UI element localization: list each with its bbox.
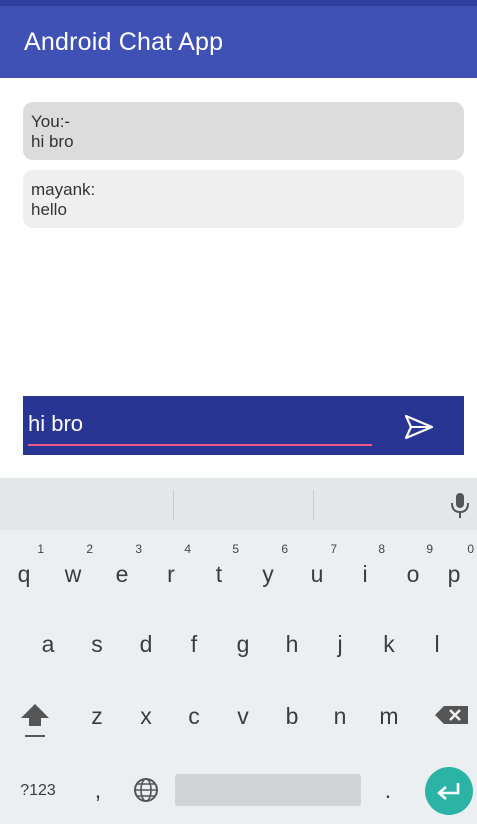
key-label: y (262, 561, 274, 587)
key-x[interactable]: x (124, 690, 168, 742)
app-bar: Android Chat App (0, 6, 477, 78)
key-hint: 8 (378, 542, 385, 556)
suggestion-slot-1[interactable] (0, 478, 173, 530)
key-f[interactable]: f (172, 618, 216, 670)
key-u[interactable]: 7u (295, 542, 339, 600)
key-label: p (447, 561, 461, 587)
send-icon (404, 414, 434, 440)
enter-key[interactable] (425, 767, 473, 815)
key-k[interactable]: k (367, 618, 411, 670)
key-label: w (64, 561, 82, 587)
language-key[interactable] (124, 764, 168, 816)
key-label: u (310, 561, 324, 587)
send-button[interactable] (403, 412, 435, 442)
key-s[interactable]: s (75, 618, 119, 670)
input-underline (28, 444, 372, 446)
key-label: r (167, 561, 175, 587)
key-g[interactable]: g (221, 618, 265, 670)
key-w[interactable]: 2w (51, 542, 95, 600)
message-composer (23, 396, 464, 455)
key-p[interactable]: 0p (432, 542, 476, 600)
backspace-key[interactable] (430, 690, 474, 742)
key-hint: 3 (135, 542, 142, 556)
space-key[interactable] (175, 774, 361, 806)
key-z[interactable]: z (75, 690, 119, 742)
key-v[interactable]: v (221, 690, 265, 742)
key-d[interactable]: d (124, 618, 168, 670)
key-period[interactable]: . (366, 764, 410, 816)
symbols-key[interactable]: ?123 (12, 778, 64, 804)
key-hint: 7 (330, 542, 337, 556)
key-hint: 0 (467, 542, 474, 556)
key-j[interactable]: j (318, 618, 362, 670)
enter-icon (437, 783, 460, 800)
key-label: t (215, 561, 223, 587)
suggestion-bar (0, 478, 477, 530)
message-bubble-you: You:- hi bro (23, 102, 464, 160)
message-text: hello (31, 200, 67, 219)
key-l[interactable]: l (415, 618, 459, 670)
key-hint: 1 (37, 542, 44, 556)
key-m[interactable]: m (367, 690, 411, 742)
message-text: hi bro (31, 132, 74, 151)
message-bubble-other: mayank: hello (23, 170, 464, 228)
key-e[interactable]: 3e (100, 542, 144, 600)
key-c[interactable]: c (172, 690, 216, 742)
key-b[interactable]: b (270, 690, 314, 742)
key-hint: 5 (232, 542, 239, 556)
message-input[interactable] (28, 406, 372, 442)
key-h[interactable]: h (270, 618, 314, 670)
key-i[interactable]: 8i (343, 542, 387, 600)
message-sender: mayank: (31, 180, 96, 199)
app-title: Android Chat App (24, 28, 224, 56)
key-q[interactable]: 1q (2, 542, 46, 600)
key-label: i (362, 561, 368, 587)
key-hint: 6 (281, 542, 288, 556)
globe-icon (134, 778, 158, 802)
key-r[interactable]: 4r (149, 542, 193, 600)
mic-button[interactable] (446, 490, 474, 520)
key-label: q (17, 561, 31, 587)
key-label: e (115, 561, 129, 587)
shift-icon (21, 704, 49, 737)
backspace-icon (435, 706, 468, 724)
suggestion-slot-3[interactable] (314, 478, 442, 530)
suggestion-slot-2[interactable] (174, 478, 313, 530)
soft-keyboard: 1q 2w 3e 4r 5t 6y 7u 8i 9o 0p a s d f g … (0, 478, 477, 824)
key-comma[interactable]: , (76, 764, 120, 816)
mic-icon (451, 493, 469, 518)
key-a[interactable]: a (26, 618, 70, 670)
key-label: o (406, 561, 420, 587)
key-t[interactable]: 5t (197, 542, 241, 600)
key-o[interactable]: 9o (391, 542, 435, 600)
key-n[interactable]: n (318, 690, 362, 742)
shift-key[interactable] (13, 690, 57, 742)
key-hint: 4 (184, 542, 191, 556)
key-y[interactable]: 6y (246, 542, 290, 600)
message-sender: You:- (31, 112, 71, 131)
key-hint: 2 (86, 542, 93, 556)
